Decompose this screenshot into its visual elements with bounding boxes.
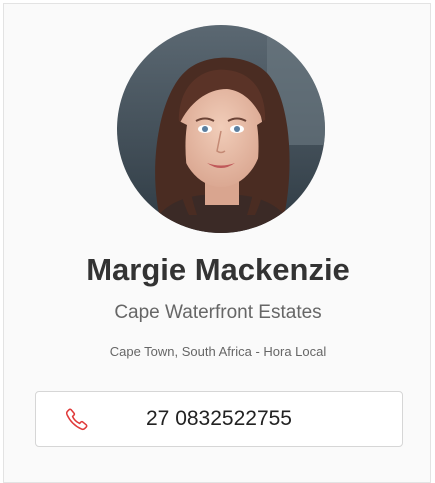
agent-company: Cape Waterfront Estates <box>114 302 322 323</box>
agent-avatar <box>117 25 325 233</box>
phone-number: 27 0832522755 <box>146 407 292 430</box>
agent-card: Margie Mackenzie Cape Waterfront Estates… <box>3 3 431 483</box>
agent-location: Cape Town, South Africa - Hora Local <box>109 344 327 359</box>
agent-name: Margie Mackenzie <box>86 252 350 287</box>
call-phone-button[interactable]: 27 0832522755 <box>35 391 403 447</box>
